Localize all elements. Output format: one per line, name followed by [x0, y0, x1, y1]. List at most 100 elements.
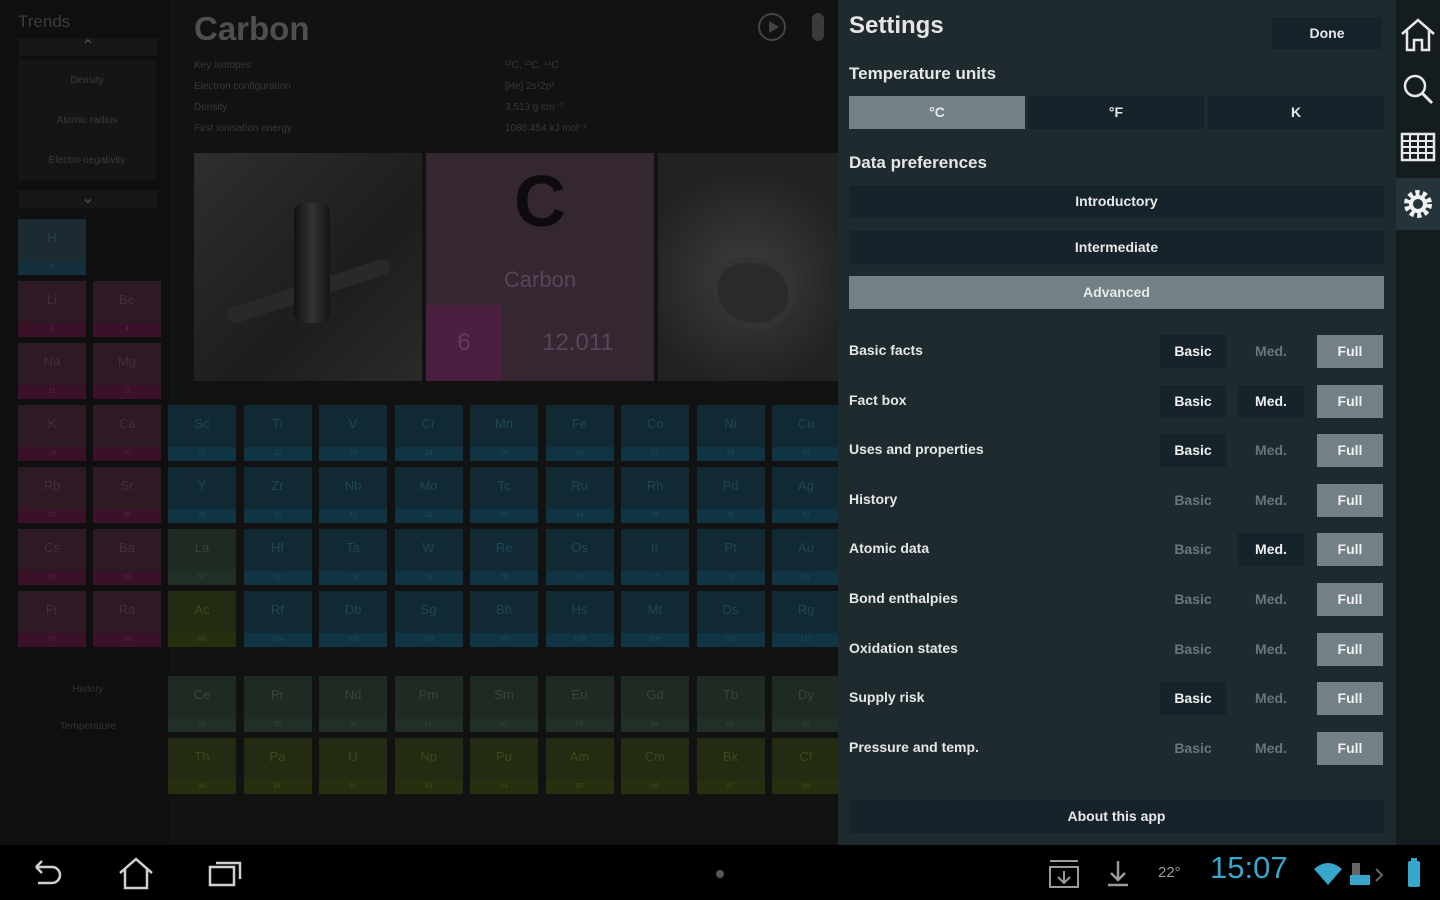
level-option-med[interactable]: Med.: [1238, 335, 1304, 368]
element-cell-li[interactable]: Li 3: [18, 281, 86, 337]
element-cell-eu[interactable]: Eu 63: [545, 676, 614, 732]
temp-option-celsius[interactable]: °C: [849, 96, 1025, 129]
level-option-basic[interactable]: Basic: [1160, 484, 1226, 517]
level-option-full[interactable]: Full: [1317, 434, 1383, 468]
element-cell-ce[interactable]: Ce 58: [168, 676, 236, 732]
download-tray-icon[interactable]: [1042, 855, 1086, 891]
element-cell-pr[interactable]: Pr 59: [243, 676, 312, 732]
level-option-full[interactable]: Full: [1317, 384, 1383, 418]
element-cell-mo[interactable]: Mo 42: [394, 467, 463, 523]
element-cell-na[interactable]: Na 11: [18, 343, 86, 399]
level-option-med[interactable]: Med.: [1238, 583, 1304, 616]
element-cell-k[interactable]: K 19: [18, 405, 86, 461]
element-cell-ni[interactable]: Ni 28: [696, 405, 765, 461]
element-cell-v[interactable]: V 23: [319, 405, 387, 461]
level-option-basic[interactable]: Basic: [1160, 583, 1226, 616]
level-option-full[interactable]: Full: [1317, 731, 1383, 765]
element-cell-sg[interactable]: Sg 106: [394, 591, 463, 647]
level-option-med[interactable]: Med.: [1238, 732, 1304, 765]
temp-option-kelvin[interactable]: K: [1208, 96, 1384, 129]
search-icon[interactable]: [1396, 62, 1440, 114]
element-cell-hf[interactable]: Hf 72: [243, 529, 312, 585]
element-cell-mg[interactable]: Mg 12: [93, 343, 161, 399]
element-cell-ta[interactable]: Ta 73: [319, 529, 387, 585]
download-icon[interactable]: [1096, 855, 1140, 891]
element-cell-bh[interactable]: Bh 107: [470, 591, 538, 647]
level-option-full[interactable]: Full: [1317, 483, 1383, 517]
element-cell-w[interactable]: W 74: [394, 529, 463, 585]
level-option-basic[interactable]: Basic: [1160, 384, 1226, 418]
element-cell-rh[interactable]: Rh 45: [621, 467, 689, 523]
chevron-down-icon[interactable]: ⌄: [18, 190, 158, 208]
element-cell-os[interactable]: Os 76: [545, 529, 614, 585]
level-option-basic[interactable]: Basic: [1160, 335, 1226, 368]
element-cell-pm[interactable]: Pm 61: [394, 676, 463, 732]
level-option-med[interactable]: Med.: [1238, 533, 1304, 567]
element-cell-ti[interactable]: Ti 22: [243, 405, 312, 461]
pref-intermediate[interactable]: Intermediate: [849, 231, 1384, 264]
element-cell-y[interactable]: Y 39: [168, 467, 236, 523]
done-button[interactable]: Done: [1272, 17, 1382, 49]
table-icon[interactable]: [1396, 120, 1440, 172]
trend-item-atomic-radius[interactable]: Atomic radius: [18, 100, 156, 140]
level-option-basic[interactable]: Basic: [1160, 682, 1226, 716]
level-option-basic[interactable]: Basic: [1160, 633, 1226, 666]
trend-item-electronegativity[interactable]: Electro-negativity: [18, 140, 156, 180]
element-cell-u[interactable]: U 92: [319, 738, 387, 794]
element-cell-ag[interactable]: Ag 47: [772, 467, 840, 523]
level-option-full[interactable]: Full: [1317, 583, 1383, 616]
element-cell-co[interactable]: Co 27: [621, 405, 689, 461]
element-cell-mn[interactable]: Mn 25: [470, 405, 538, 461]
element-cell-pu[interactable]: Pu 94: [470, 738, 538, 794]
element-cell-np[interactable]: Np 93: [394, 738, 463, 794]
element-cell-ac[interactable]: Ac 89: [168, 591, 236, 647]
element-cell-nd[interactable]: Nd 60: [319, 676, 387, 732]
level-option-med[interactable]: Med.: [1238, 633, 1304, 666]
element-cell-sc[interactable]: Sc 21: [168, 405, 236, 461]
recent-apps-icon[interactable]: [204, 855, 248, 891]
level-option-full[interactable]: Full: [1317, 335, 1383, 368]
chevron-up-icon[interactable]: ⌃: [18, 38, 158, 56]
element-cell-au[interactable]: Au 79: [772, 529, 840, 585]
level-option-med[interactable]: Med.: [1238, 484, 1304, 517]
level-option-basic[interactable]: Basic: [1160, 434, 1226, 468]
element-cell-la[interactable]: La 57: [168, 529, 236, 585]
gear-icon[interactable]: [1396, 178, 1440, 230]
element-cell-am[interactable]: Am 95: [545, 738, 614, 794]
level-option-full[interactable]: Full: [1317, 533, 1383, 567]
microphone-icon[interactable]: [812, 13, 824, 41]
element-cell-ra[interactable]: Ra 88: [93, 591, 161, 647]
element-cell-rf[interactable]: Rf 104: [243, 591, 312, 647]
pref-advanced[interactable]: Advanced: [849, 276, 1384, 309]
element-cell-tb[interactable]: Tb 65: [696, 676, 765, 732]
level-option-basic[interactable]: Basic: [1160, 533, 1226, 566]
trend-item-density[interactable]: Density: [18, 60, 156, 100]
element-cell-pa[interactable]: Pa 91: [243, 738, 312, 794]
element-cell-rg[interactable]: Rg 111: [772, 591, 840, 647]
level-option-med[interactable]: Med.: [1238, 384, 1304, 418]
element-cell-bk[interactable]: Bk 97: [696, 738, 765, 794]
element-cell-cf[interactable]: Cf 98: [772, 738, 840, 794]
back-icon[interactable]: [24, 855, 68, 891]
element-cell-re[interactable]: Re 75: [470, 529, 538, 585]
level-option-med[interactable]: Med.: [1238, 682, 1304, 715]
element-cell-dy[interactable]: Dy 66: [772, 676, 840, 732]
element-cell-ru[interactable]: Ru 44: [545, 467, 614, 523]
level-option-full[interactable]: Full: [1317, 632, 1383, 666]
element-cell-hs[interactable]: Hs 108: [545, 591, 614, 647]
element-cell-ir[interactable]: Ir 77: [621, 529, 689, 585]
element-cell-sr[interactable]: Sr 38: [93, 467, 161, 523]
element-cell-cu[interactable]: Cu 29: [772, 405, 840, 461]
element-cell-zr[interactable]: Zr 40: [243, 467, 312, 523]
play-icon[interactable]: [758, 13, 786, 41]
element-cell-cr[interactable]: Cr 24: [394, 405, 463, 461]
element-cell-ds[interactable]: Ds 110: [696, 591, 765, 647]
element-cell-h[interactable]: H1: [18, 219, 86, 275]
element-cell-ca[interactable]: Ca 20: [93, 405, 161, 461]
element-cell-tc[interactable]: Tc 43: [470, 467, 538, 523]
element-cell-nb[interactable]: Nb 41: [319, 467, 387, 523]
pref-introductory[interactable]: Introductory: [849, 185, 1384, 218]
element-cell-rb[interactable]: Rb 37: [18, 467, 86, 523]
element-cell-sm[interactable]: Sm 62: [470, 676, 538, 732]
element-cell-gd[interactable]: Gd 64: [621, 676, 689, 732]
